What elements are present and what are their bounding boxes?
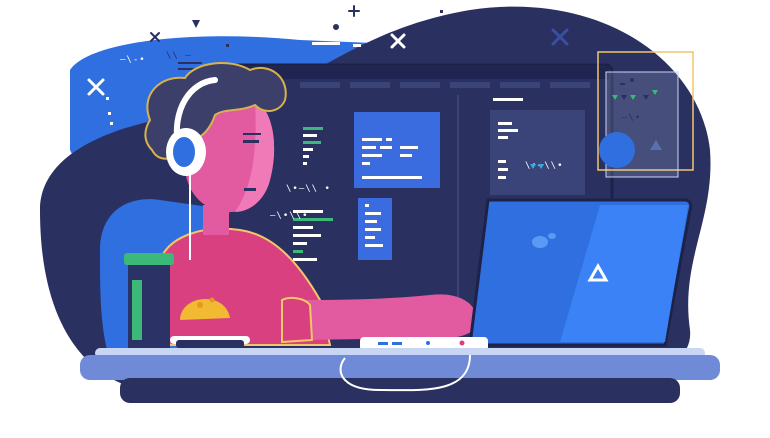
keyboard-dot — [459, 340, 465, 346]
cup-lid — [124, 253, 174, 265]
character-eye — [243, 140, 259, 143]
floating-label: \\ — — [166, 51, 192, 61]
developer-illustration: —\-• \\ — \\ — \•—\\ • —\•\\• \•—\\• —\• — [40, 5, 720, 403]
dash-decoration — [312, 42, 340, 45]
headphone-cup-inner — [173, 137, 195, 167]
code-panel-divider — [457, 95, 459, 300]
desk-body — [80, 355, 720, 380]
laptop-screen-glare — [532, 236, 548, 248]
circle-icon — [333, 24, 339, 30]
dash-decoration — [620, 83, 625, 85]
taco-spot — [209, 297, 215, 303]
dash-decoration — [353, 44, 361, 47]
floating-label: \•—\\• — [525, 161, 564, 171]
monitor-top-bar — [225, 67, 609, 79]
cup-stripe — [132, 280, 142, 340]
character-arm — [283, 294, 478, 340]
plus-icon — [348, 5, 360, 17]
keyboard-dot — [426, 341, 430, 345]
floating-label: —\• — [622, 113, 641, 123]
floating-label: \\ — — [575, 51, 601, 61]
plate-base — [176, 340, 244, 348]
laptop-screen-glare — [548, 233, 556, 239]
floating-label: —\•\\• — [270, 211, 309, 221]
character-sleeve — [281, 296, 314, 344]
character-mouth — [244, 188, 256, 191]
character-eyebrow — [243, 133, 261, 135]
taco-spot — [197, 302, 203, 308]
floating-label: —\-• — [120, 55, 146, 65]
triangle-icon — [192, 20, 200, 28]
keyboard-key — [378, 342, 388, 345]
dash-decoration — [178, 68, 194, 70]
floating-label: \•—\\ • — [286, 184, 331, 194]
dot-icon — [630, 78, 634, 82]
keyboard-key — [392, 342, 402, 345]
x-mark-icon — [150, 32, 160, 42]
dash-decoration — [178, 62, 202, 64]
circle-icon — [599, 132, 635, 168]
